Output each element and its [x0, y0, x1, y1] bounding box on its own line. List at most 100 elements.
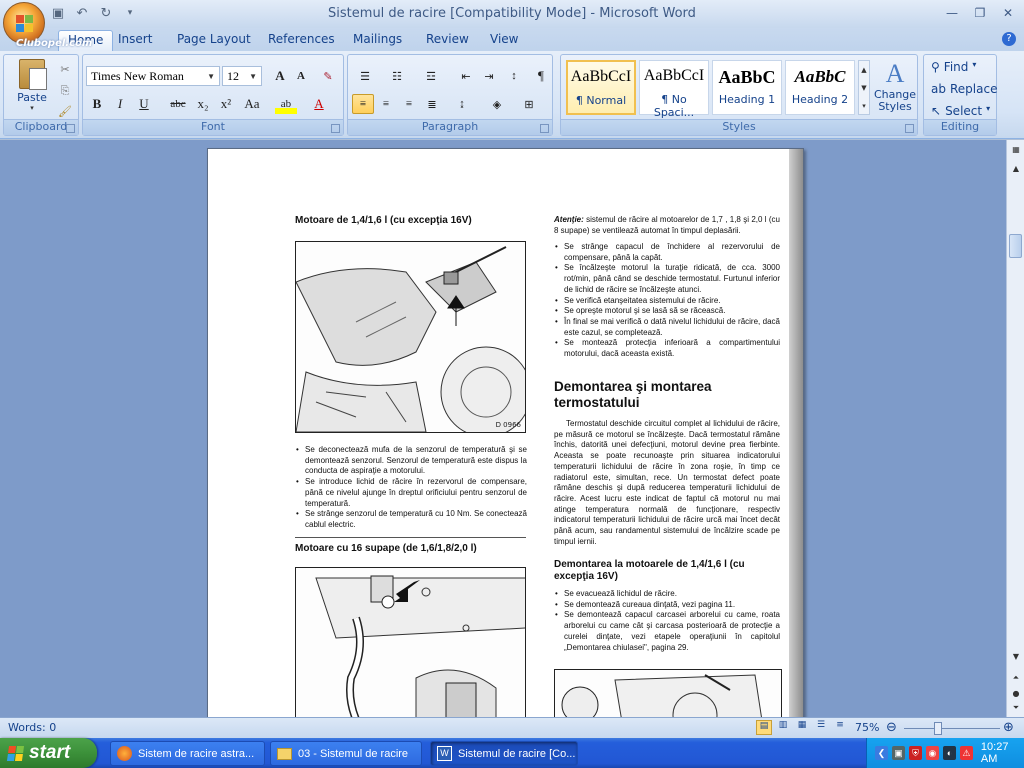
task-firefox[interactable]: Sistem de racire astra...: [110, 741, 265, 766]
underline-button[interactable]: U: [133, 94, 155, 114]
style-name: Heading 2: [791, 93, 849, 106]
tab-mailings[interactable]: Mailings: [353, 32, 402, 46]
style-normal[interactable]: AaBbCcI ¶ Normal: [566, 60, 636, 115]
shrink-font-button[interactable]: A: [290, 66, 312, 86]
previous-page-icon[interactable]: ⏶: [1008, 670, 1024, 686]
next-page-icon[interactable]: ⏷: [1008, 700, 1024, 716]
justify-icon[interactable]: ≣: [421, 94, 443, 114]
paste-button[interactable]: Paste ▾: [12, 59, 52, 114]
font-color-icon[interactable]: A: [308, 94, 330, 114]
divider: [295, 537, 526, 538]
outline-icon[interactable]: ☰: [813, 720, 829, 735]
find-button[interactable]: ⚲ Find ▾: [931, 60, 976, 74]
strikethrough-button[interactable]: abc: [167, 94, 189, 114]
tab-review[interactable]: Review: [426, 32, 469, 46]
network-icon[interactable]: ▣: [891, 746, 905, 760]
font-size-value: 12: [227, 68, 239, 83]
system-tray: ❮ ▣ ⛨ ◉ ◐ ⚠ 10:27 AM: [866, 738, 1024, 768]
document-area[interactable]: Motoare de 1,4/1,6 l (cu excepţia 16V) D…: [0, 140, 1006, 717]
draft-icon[interactable]: ≡: [832, 720, 848, 735]
paragraph-launcher-icon[interactable]: [540, 124, 549, 133]
bold-button[interactable]: B: [86, 94, 108, 114]
zoom-slider[interactable]: [904, 728, 1000, 729]
style-heading-2[interactable]: AaBbC Heading 2: [785, 60, 855, 115]
style-name: Heading 1: [718, 93, 776, 106]
show-formatting-button[interactable]: ¶: [530, 66, 552, 86]
decrease-indent-icon[interactable]: ⇤: [455, 66, 477, 86]
print-layout-icon[interactable]: ▤: [756, 720, 772, 735]
copy-icon[interactable]: ⎘: [54, 81, 76, 101]
warning-icon[interactable]: ⚠: [959, 746, 973, 760]
tray-app-icon[interactable]: ◐: [942, 746, 956, 760]
shading-icon[interactable]: ◈: [486, 94, 508, 114]
borders-icon[interactable]: ⊞: [518, 94, 540, 114]
restore-button[interactable]: ❐: [968, 4, 992, 22]
numbering-icon[interactable]: ☷: [386, 66, 408, 86]
style-heading-1[interactable]: AaBbC Heading 1: [712, 60, 782, 115]
font-name-dropdown[interactable]: Times New Roman ▼: [86, 66, 220, 86]
sort-icon[interactable]: ↕: [503, 66, 525, 86]
security-shield-icon[interactable]: ⛨: [908, 746, 922, 760]
font-group-label: Font: [83, 119, 343, 135]
change-styles-button[interactable]: A Change Styles: [873, 59, 917, 113]
figure-code: D 0966: [495, 421, 521, 429]
tab-view[interactable]: View: [490, 32, 518, 46]
font-size-dropdown[interactable]: 12 ▼: [222, 66, 262, 86]
format-painter-icon[interactable]: 🖌: [54, 101, 76, 121]
style-no-spacing[interactable]: AaBbCcI ¶ No Spaci...: [639, 60, 709, 119]
zoom-out-icon[interactable]: ⊖: [886, 720, 897, 735]
scroll-up-icon[interactable]: ▲: [1008, 160, 1024, 176]
document-page[interactable]: Motoare de 1,4/1,6 l (cu excepţia 16V) D…: [207, 148, 804, 717]
right-bullet-list-2: Se evacuează lichidul de răcire. Se demo…: [554, 589, 780, 653]
clipboard-launcher-icon[interactable]: [66, 124, 75, 133]
word-count[interactable]: Words: 0: [8, 721, 56, 734]
bullets-icon[interactable]: ☰: [354, 66, 376, 86]
full-screen-reading-icon[interactable]: ▥: [775, 720, 791, 735]
tab-insert[interactable]: Insert: [118, 32, 152, 46]
subscript-button[interactable]: x₂: [192, 94, 214, 114]
minimize-button[interactable]: —: [940, 4, 964, 22]
italic-button[interactable]: I: [109, 94, 131, 114]
line-spacing-icon[interactable]: ↨: [451, 94, 473, 114]
zoom-slider-thumb[interactable]: [934, 722, 942, 735]
cursor-icon: ↖: [931, 104, 942, 118]
styles-launcher-icon[interactable]: [905, 124, 914, 133]
align-right-icon[interactable]: ≡: [398, 94, 420, 114]
ruler-toggle-icon[interactable]: ▦: [1008, 141, 1024, 157]
highlight-icon[interactable]: ab: [275, 94, 297, 114]
task-word[interactable]: W Sistemul de racire [Co...: [430, 741, 578, 766]
start-button[interactable]: start: [0, 738, 97, 768]
select-button[interactable]: ↖ Select ▾: [931, 104, 990, 118]
font-launcher-icon[interactable]: [331, 124, 340, 133]
antivirus-icon[interactable]: ◉: [925, 746, 939, 760]
list-item: În final se mai verifică o dată nivelul …: [554, 317, 780, 338]
web-layout-icon[interactable]: ▦: [794, 720, 810, 735]
tray-arrow-icon[interactable]: ❮: [875, 746, 888, 760]
multilevel-list-icon[interactable]: ☲: [420, 66, 442, 86]
help-icon[interactable]: ?: [1002, 32, 1016, 46]
scroll-down-icon[interactable]: ▼: [1008, 648, 1024, 664]
close-button[interactable]: ✕: [996, 4, 1020, 22]
clear-formatting-icon[interactable]: ✎: [317, 66, 339, 86]
tab-page-layout[interactable]: Page Layout: [177, 32, 251, 46]
tab-references[interactable]: References: [268, 32, 335, 46]
right-subheading: Demontarea la motoarele de 1,4/1,6 l (cu…: [554, 559, 745, 582]
align-center-icon[interactable]: ≡: [375, 94, 397, 114]
vertical-scrollbar[interactable]: ▦ ▲ ▼ ⏶ ● ⏷: [1006, 140, 1024, 717]
superscript-button[interactable]: x²: [215, 94, 237, 114]
task-folder[interactable]: 03 - Sistemul de racire: [270, 741, 422, 766]
zoom-in-icon[interactable]: ⊕: [1003, 720, 1014, 735]
change-case-button[interactable]: Aa: [241, 94, 263, 114]
styles-scroll[interactable]: ▲ ▼ ▾: [858, 60, 870, 115]
grow-font-button[interactable]: A: [269, 66, 291, 86]
increase-indent-icon[interactable]: ⇥: [478, 66, 500, 86]
window-title: Sistemul de racire [Compatibility Mode] …: [328, 6, 696, 21]
scroll-thumb[interactable]: [1009, 234, 1022, 258]
left-heading-1: Motoare de 1,4/1,6 l (cu excepţia 16V): [295, 215, 472, 226]
replace-button[interactable]: ab Replace: [931, 82, 997, 96]
align-left-icon[interactable]: ≡: [352, 94, 374, 114]
firefox-icon: [117, 746, 132, 761]
zoom-level[interactable]: 75%: [855, 721, 879, 734]
browse-object-icon[interactable]: ●: [1008, 685, 1024, 701]
cut-icon[interactable]: ✂: [54, 59, 76, 79]
